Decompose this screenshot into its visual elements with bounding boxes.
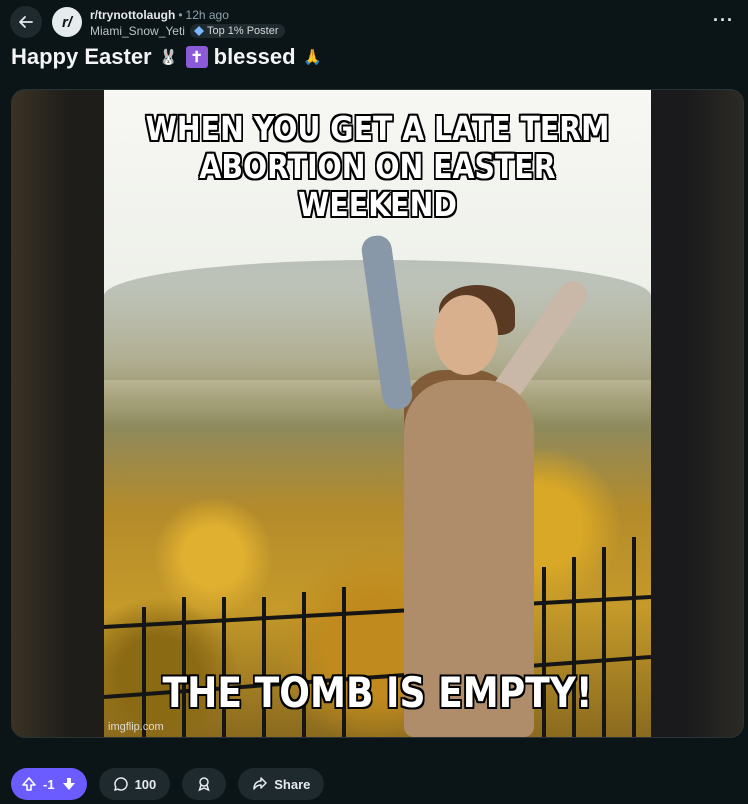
back-arrow-icon [19,16,33,28]
post-actions: -1 100 Share [11,768,325,802]
vote-control: -1 [11,768,87,800]
comment-icon [113,777,128,792]
post-meta: r/trynottolaugh • 12h ago [90,8,229,22]
diamond-icon [193,26,204,36]
post-title: Happy Easter 🐰 ✝ blessed 🙏 [11,44,324,70]
meme-watermark: imgflip.com [108,721,164,733]
upvote-icon[interactable] [21,776,37,792]
vote-count: -1 [43,776,55,792]
share-label: Share [274,776,311,792]
rabbit-emoji-icon: 🐰 [159,49,178,66]
praying-hands-emoji-icon: 🙏 [303,49,322,66]
cross-emoji-icon: ✝ [185,46,208,68]
share-icon [253,777,268,790]
more-icon[interactable]: ··· [713,10,734,31]
post-time: 12h ago [185,8,229,22]
back-button[interactable] [10,6,42,38]
award-button[interactable] [182,768,227,800]
award-icon [198,777,210,792]
top-poster-badge: Top 1% Poster [189,24,285,38]
subreddit-avatar[interactable]: r/ [52,7,82,37]
badge-label: Top 1% Poster [206,25,279,37]
meme-bottom-caption: THE TOMB IS EMPTY! [162,668,593,717]
author-link[interactable]: Miami_Snow_Yeti [90,24,185,38]
post-header: r/ r/trynottolaugh • 12h ago Miami_Snow_Ye… [0,0,748,42]
comments-button[interactable]: 100 [98,768,171,800]
share-button[interactable]: Share [238,768,325,800]
comment-count: 100 [134,776,157,792]
meme-image: WHEN YOU GET A LATE TERM ABORTION ON EAS… [104,90,651,737]
subreddit-link[interactable]: r/trynottolaugh [90,8,175,22]
title-text-1: Happy Easter [11,44,152,69]
meme-top-caption: WHEN YOU GET A LATE TERM ABORTION ON EAS… [145,109,610,224]
downvote-icon[interactable] [61,776,77,792]
title-text-2: blessed [213,44,296,69]
author-line: Miami_Snow_Yeti Top 1% Poster [90,24,285,38]
post-media[interactable]: WHEN YOU GET A LATE TERM ABORTION ON EAS… [11,89,744,738]
